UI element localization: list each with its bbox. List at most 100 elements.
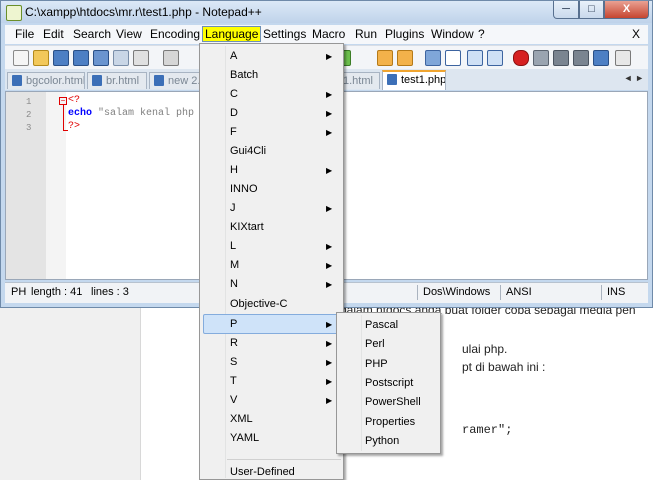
menu-settings[interactable]: Settings — [263, 27, 306, 41]
close-button[interactable]: X — [604, 1, 649, 19]
language-item-j[interactable]: J — [230, 202, 236, 214]
tab-bgcolor[interactable]: bgcolor.html — [7, 72, 85, 89]
language-item-h[interactable]: H — [230, 164, 238, 176]
language-item-v[interactable]: V — [230, 394, 237, 406]
language-item-t[interactable]: T — [230, 375, 237, 387]
p-submenu-item-postscript[interactable]: Postscript — [365, 377, 413, 389]
language-item-r[interactable]: R — [230, 337, 238, 349]
menu-icon-gutter — [225, 46, 226, 478]
tab-label: bgcolor.html — [26, 75, 85, 87]
language-item-a[interactable]: A — [230, 50, 237, 62]
print-icon[interactable] — [133, 50, 149, 66]
title-bar[interactable]: C:\xampp\htdocs\mr.r\test1.php - Notepad… — [1, 1, 652, 23]
tab-test1-php[interactable]: test1.php — [382, 70, 446, 90]
toolbar-overflow-icon[interactable] — [615, 50, 631, 66]
language-item-xml[interactable]: XML — [230, 413, 253, 425]
word-wrap-icon[interactable] — [425, 50, 441, 66]
notepadpp-app-icon[interactable] — [6, 5, 22, 21]
submenu-arrow-icon: ▶ — [326, 90, 333, 99]
doc-text-line: pt di bawah ini : — [462, 360, 546, 374]
tab-partial-html[interactable]: 1.html — [340, 72, 380, 89]
menu-help[interactable]: ? — [478, 27, 485, 41]
cut-icon[interactable] — [163, 50, 179, 66]
close-document-x[interactable]: X — [632, 27, 640, 41]
indent-guide-icon[interactable] — [467, 50, 483, 66]
record-macro-icon[interactable] — [513, 50, 529, 66]
language-item-inno[interactable]: INNO — [230, 183, 258, 195]
menu-search[interactable]: Search — [73, 27, 111, 41]
language-item-f[interactable]: F — [230, 126, 237, 138]
file-icon — [154, 75, 164, 86]
zoom-in-icon[interactable] — [377, 50, 393, 66]
submenu-arrow-icon: ▶ — [326, 358, 333, 367]
language-item-n[interactable]: N — [230, 278, 238, 290]
submenu-arrow-icon: ▶ — [326, 166, 333, 175]
menu-run[interactable]: Run — [355, 27, 377, 41]
language-item-m[interactable]: M — [230, 259, 239, 271]
p-submenu-item-php[interactable]: PHP — [365, 358, 388, 370]
close-all-icon[interactable] — [113, 50, 129, 66]
submenu-arrow-icon: ▶ — [326, 280, 333, 289]
status-separator — [500, 285, 501, 300]
run-macro-multiple-icon[interactable] — [573, 50, 589, 66]
language-item-l[interactable]: L — [230, 240, 236, 252]
p-submenu-item-properties[interactable]: Properties — [365, 416, 415, 428]
save-icon[interactable] — [53, 50, 69, 66]
p-submenu-item-pascal[interactable]: Pascal — [365, 319, 398, 331]
submenu-arrow-icon: ▶ — [326, 261, 333, 270]
language-item-c[interactable]: C — [230, 88, 238, 100]
language-item-d[interactable]: D — [230, 107, 238, 119]
menu-file[interactable]: File — [15, 27, 34, 41]
code-line-1: <? — [68, 95, 81, 106]
window-title: C:\xampp\htdocs\mr.r\test1.php - Notepad… — [25, 5, 262, 19]
play-macro-icon[interactable] — [553, 50, 569, 66]
language-item-gui4cli[interactable]: Gui4Cli — [230, 145, 266, 157]
p-submenu-item-powershell[interactable]: PowerShell — [365, 396, 421, 408]
show-all-chars-icon[interactable] — [445, 50, 461, 66]
new-file-icon[interactable] — [13, 50, 29, 66]
p-submenu-item-python[interactable]: Python — [365, 435, 399, 447]
language-item-kixtart[interactable]: KIXtart — [230, 221, 264, 233]
status-encoding: ANSI — [506, 286, 532, 298]
menu-encoding[interactable]: Encoding — [150, 27, 200, 41]
status-length: length : 41 — [31, 286, 83, 298]
status-lines: lines : 3 — [91, 286, 129, 298]
language-item-p[interactable]: P — [230, 318, 237, 330]
close-file-icon[interactable] — [93, 50, 109, 66]
language-item-yaml[interactable]: YAML — [230, 432, 259, 444]
menu-window[interactable]: Window — [431, 27, 474, 41]
save-macro-icon[interactable] — [593, 50, 609, 66]
menu-hover-highlight — [203, 314, 339, 334]
menu-view[interactable]: View — [116, 27, 142, 41]
menu-language[interactable]: Language — [202, 26, 262, 42]
tab-br[interactable]: br.html — [87, 72, 147, 89]
code-line-2: echo "salam kenal php — [68, 108, 195, 119]
stop-macro-icon[interactable] — [533, 50, 549, 66]
menu-plugins[interactable]: Plugins — [385, 27, 424, 41]
doc-map-icon[interactable] — [487, 50, 503, 66]
fold-line — [63, 105, 64, 131]
zoom-out-icon[interactable] — [397, 50, 413, 66]
maximize-button[interactable]: □ — [579, 1, 604, 19]
fold-toggle-icon[interactable]: − — [59, 97, 67, 105]
submenu-arrow-icon: ▶ — [326, 128, 333, 137]
tab-scroll-arrows[interactable]: ◄ ► — [624, 73, 644, 83]
language-item-user-defined[interactable]: User-Defined — [230, 466, 295, 478]
menu-edit[interactable]: Edit — [43, 27, 64, 41]
line-number: 3 — [26, 123, 32, 133]
tab-label: br.html — [106, 75, 140, 87]
p-submenu-item-perl[interactable]: Perl — [365, 338, 385, 350]
submenu-arrow-icon: ▶ — [326, 377, 333, 386]
language-item-objective-c[interactable]: Objective-C — [230, 298, 287, 310]
menu-macro[interactable]: Macro — [312, 27, 345, 41]
language-item-batch[interactable]: Batch — [230, 69, 258, 81]
status-eol: Dos\Windows — [423, 286, 491, 298]
save-all-icon[interactable] — [73, 50, 89, 66]
tab-new2[interactable]: new 2.h — [149, 72, 205, 89]
submenu-arrow-icon: ▶ — [326, 339, 333, 348]
language-item-s[interactable]: S — [230, 356, 237, 368]
line-number: 2 — [26, 110, 32, 120]
minimize-button[interactable]: ─ — [553, 1, 579, 19]
p-submenu: Pascal Perl PHP Postscript PowerShell Propert… — [336, 312, 441, 454]
open-file-icon[interactable] — [33, 50, 49, 66]
